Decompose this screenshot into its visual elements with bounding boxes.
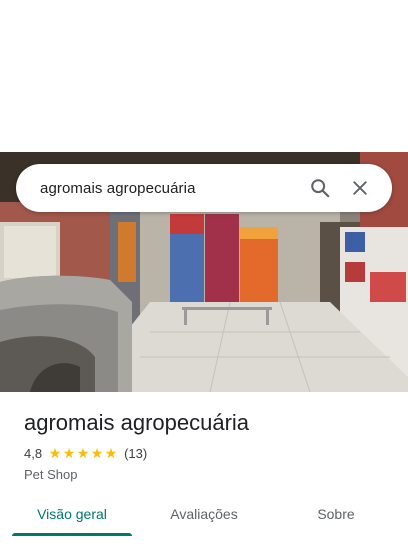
star-icon: ★ [76, 445, 90, 461]
close-icon[interactable] [340, 168, 380, 208]
search-icon[interactable] [300, 168, 340, 208]
place-tabs: Visão geral Avaliações Sobre [0, 492, 408, 540]
tab-about[interactable]: Sobre [264, 492, 408, 536]
review-count[interactable]: (13) [124, 446, 147, 461]
tab-reviews[interactable]: Avaliações [144, 492, 264, 536]
tab-label: Avaliações [170, 506, 238, 522]
star-icon: ★ [104, 445, 118, 461]
tab-overview[interactable]: Visão geral [0, 492, 144, 536]
tab-label: Visão geral [37, 506, 107, 522]
search-bar[interactable]: agromais agropecuária [16, 164, 392, 212]
search-input[interactable]: agromais agropecuária [40, 180, 300, 197]
star-icon: ★ [90, 445, 104, 461]
map-blank-area [0, 0, 408, 152]
rating-value: 4,8 [24, 445, 43, 461]
star-icon: ★ [62, 445, 76, 461]
place-title: agromais agropecuária [24, 410, 250, 435]
tab-label: Sobre [317, 506, 355, 522]
place-info: agromais agropecuária 4,8 ★ ★ ★ ★ ★ (13)… [24, 404, 392, 482]
star-icon: ★ [48, 445, 62, 461]
star-rating: ★ ★ ★ ★ ★ [48, 446, 118, 460]
active-tab-indicator [12, 533, 132, 536]
rating-row[interactable]: 4,8 ★ ★ ★ ★ ★ (13) [24, 444, 392, 462]
place-category[interactable]: Pet Shop [24, 467, 392, 482]
